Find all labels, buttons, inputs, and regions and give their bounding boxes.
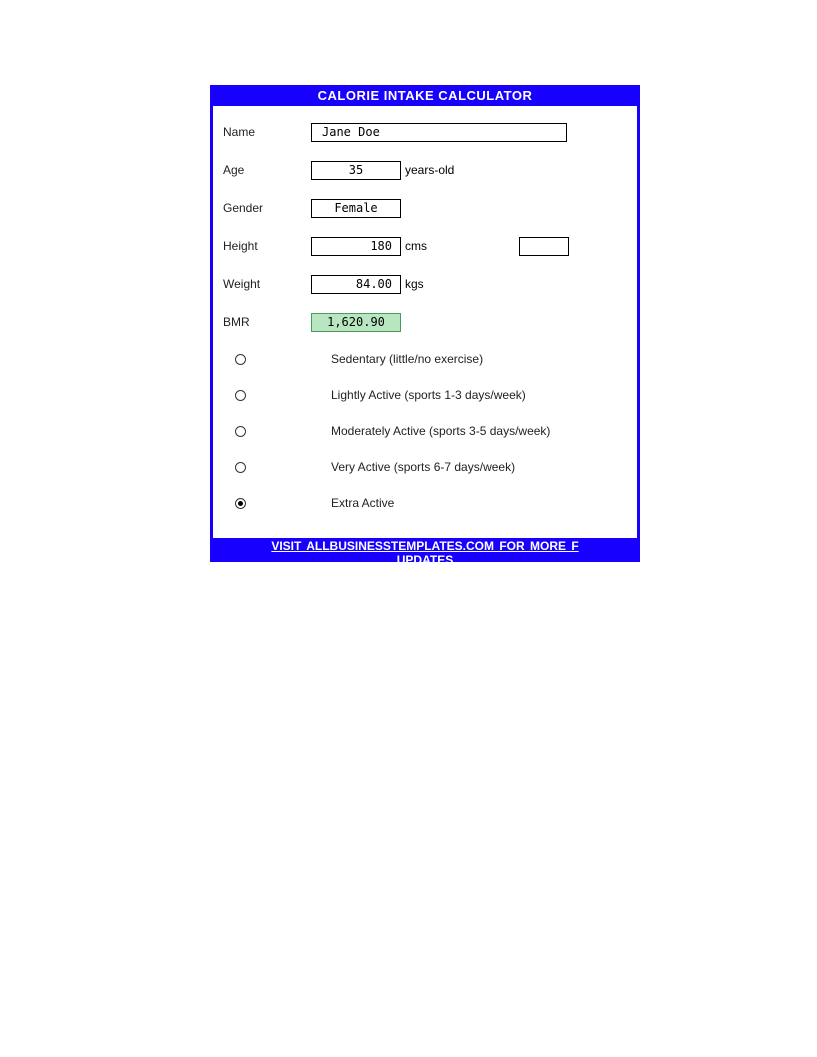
weight-value: 84.00: [356, 277, 392, 291]
age-label: Age: [223, 163, 311, 177]
radio-label-sedentary: Sedentary (little/no exercise): [331, 352, 483, 366]
weight-row: Weight 84.00 kgs: [223, 274, 627, 294]
weight-input[interactable]: 84.00: [311, 275, 401, 294]
height-unit: cms: [405, 239, 427, 253]
height-extra-input[interactable]: [519, 237, 569, 256]
radio-extra-active[interactable]: [235, 498, 246, 509]
bmr-output: 1,620.90: [311, 313, 401, 332]
radio-very-active[interactable]: [235, 462, 246, 473]
radio-moderately-active[interactable]: [235, 426, 246, 437]
radio-lightly-active[interactable]: [235, 390, 246, 401]
name-value: Jane Doe: [322, 125, 380, 139]
age-unit: years-old: [405, 163, 454, 177]
gender-row: Gender Female: [223, 198, 627, 218]
height-input[interactable]: 180: [311, 237, 401, 256]
form-content: Name Jane Doe Age 35 years-old Gender Fe…: [213, 106, 637, 538]
header-title: CALORIE INTAKE CALCULATOR: [318, 88, 533, 103]
bmr-row: BMR 1,620.90: [223, 312, 627, 332]
header-bar: CALORIE INTAKE CALCULATOR: [213, 85, 637, 106]
radio-label-extra: Extra Active: [331, 496, 394, 510]
radio-label-very: Very Active (sports 6-7 days/week): [331, 460, 515, 474]
activity-row-very: Very Active (sports 6-7 days/week): [223, 458, 627, 476]
radio-label-moderately: Moderately Active (sports 3-5 days/week): [331, 424, 550, 438]
height-label: Height: [223, 239, 311, 253]
height-value: 180: [370, 239, 392, 253]
footer-line-1[interactable]: VISIT ALLBUSINESSTEMPLATES.COM FOR MORE …: [213, 539, 637, 553]
gender-label: Gender: [223, 201, 311, 215]
gender-input[interactable]: Female: [311, 199, 401, 218]
footer-line-2[interactable]: UPDATES: [213, 553, 637, 562]
age-value: 35: [349, 163, 363, 177]
bmr-label: BMR: [223, 315, 311, 329]
age-input[interactable]: 35: [311, 161, 401, 180]
name-input[interactable]: Jane Doe: [311, 123, 567, 142]
footer-bar: VISIT ALLBUSINESSTEMPLATES.COM FOR MORE …: [213, 538, 637, 562]
calculator-panel: CALORIE INTAKE CALCULATOR Name Jane Doe …: [210, 85, 640, 562]
activity-row-sedentary: Sedentary (little/no exercise): [223, 350, 627, 368]
activity-row-lightly: Lightly Active (sports 1-3 days/week): [223, 386, 627, 404]
activity-row-moderately: Moderately Active (sports 3-5 days/week): [223, 422, 627, 440]
activity-row-extra: Extra Active: [223, 494, 627, 512]
weight-unit: kgs: [405, 277, 424, 291]
name-label: Name: [223, 125, 311, 139]
radio-label-lightly: Lightly Active (sports 1-3 days/week): [331, 388, 526, 402]
weight-label: Weight: [223, 277, 311, 291]
radio-sedentary[interactable]: [235, 354, 246, 365]
name-row: Name Jane Doe: [223, 122, 627, 142]
age-row: Age 35 years-old: [223, 160, 627, 180]
height-row: Height 180 cms: [223, 236, 627, 256]
bmr-value: 1,620.90: [327, 315, 385, 329]
gender-value: Female: [334, 201, 377, 215]
